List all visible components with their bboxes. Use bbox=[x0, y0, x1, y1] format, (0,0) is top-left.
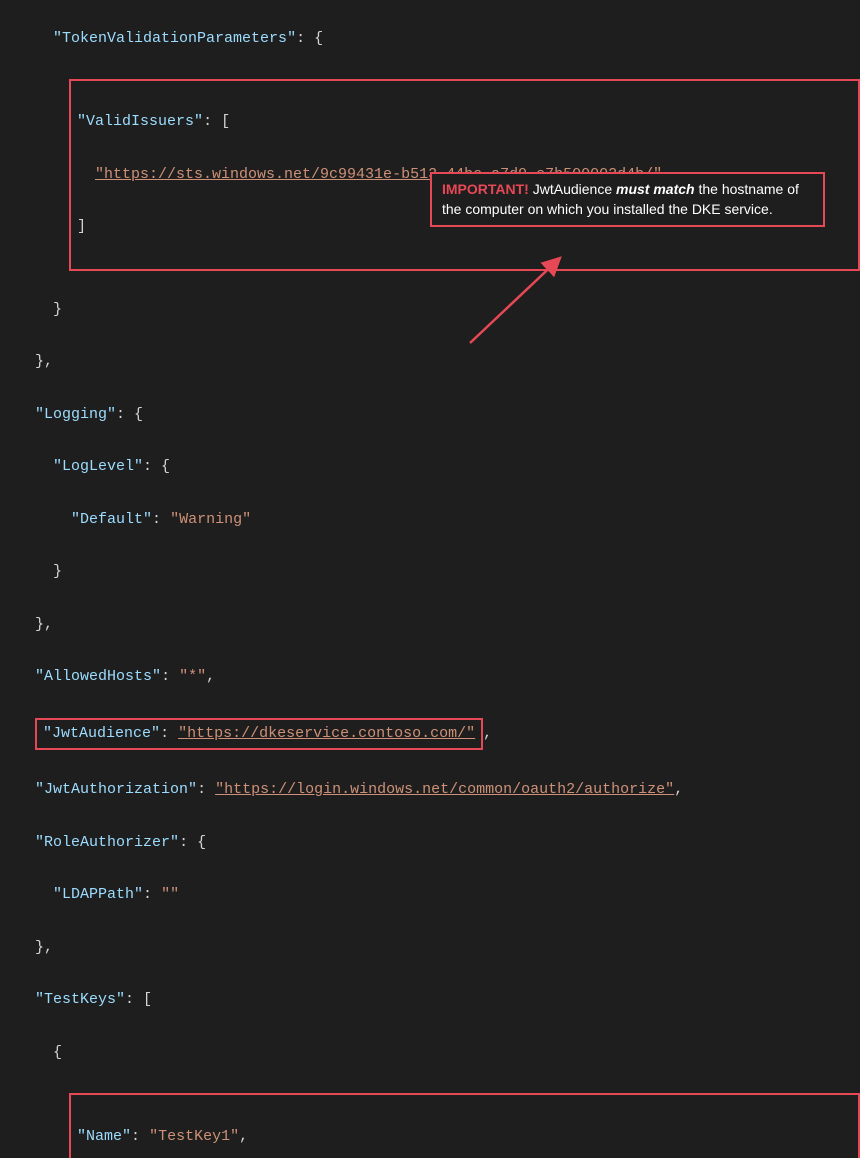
callout-important: IMPORTANT! bbox=[442, 181, 529, 197]
key-logging: "Logging" bbox=[35, 406, 116, 423]
key-tokenvalidation: "TokenValidationParameters" bbox=[53, 30, 296, 47]
value-jwtauthorization: "https://login.windows.net/common/oauth2… bbox=[215, 781, 674, 798]
key-jwtauthorization: "JwtAuthorization" bbox=[35, 781, 197, 798]
value-allowedhosts: "*" bbox=[179, 668, 206, 685]
key-default: "Default" bbox=[71, 511, 152, 528]
callout-box: IMPORTANT! JwtAudience must match the ho… bbox=[430, 172, 825, 227]
key-jwtaudience: "JwtAudience" bbox=[43, 725, 160, 742]
callout-emph: must match bbox=[616, 181, 695, 197]
key-allowedhosts: "AllowedHosts" bbox=[35, 668, 161, 685]
jwtaudience-highlight: "JwtAudience": "https://dkeservice.conto… bbox=[35, 718, 483, 750]
callout-text1: JwtAudience bbox=[529, 181, 616, 197]
key-testkeys: "TestKeys" bbox=[35, 991, 125, 1008]
key-validissuers: "ValidIssuers" bbox=[77, 113, 203, 130]
value-jwtaudience: "https://dkeservice.contoso.com/" bbox=[178, 725, 475, 742]
key-name: "Name" bbox=[77, 1128, 131, 1145]
key-roleauthorizer: "RoleAuthorizer" bbox=[35, 834, 179, 851]
value-default: "Warning" bbox=[170, 511, 251, 528]
key-loglevel: "LogLevel" bbox=[53, 458, 143, 475]
key-ldappath: "LDAPPath" bbox=[53, 886, 143, 903]
value-name: "TestKey1" bbox=[149, 1128, 239, 1145]
value-ldappath: "" bbox=[161, 886, 179, 903]
